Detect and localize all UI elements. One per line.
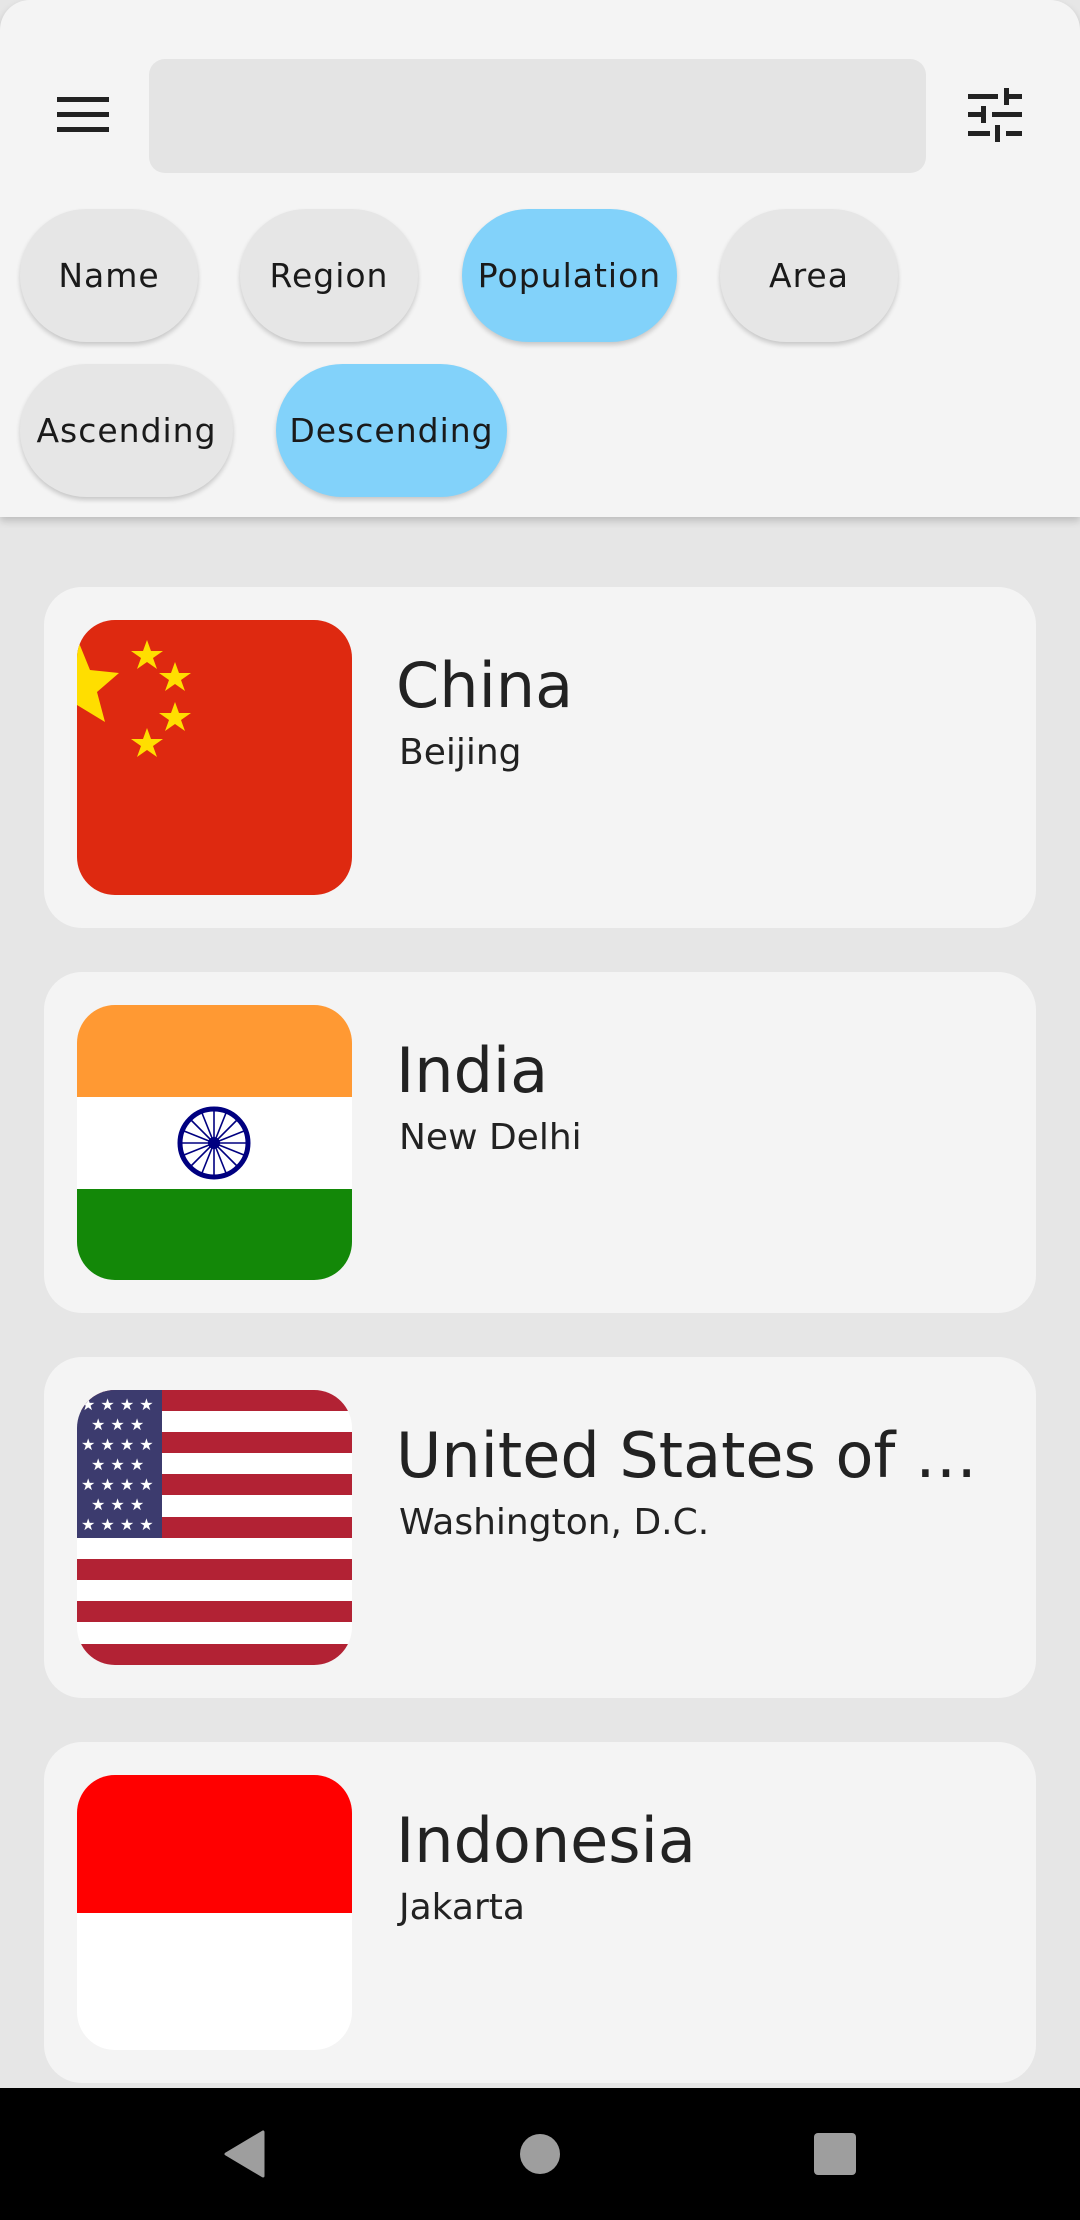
country-name: China (396, 649, 574, 722)
filter-header: Name Region Population Area Ascending De… (0, 0, 1080, 517)
svg-text:★ ★ ★ ★: ★ ★ ★ ★ (81, 1475, 154, 1494)
tune-icon (968, 88, 1022, 142)
svg-text:★ ★ ★ ★: ★ ★ ★ ★ (81, 1435, 154, 1454)
svg-text:★ ★ ★: ★ ★ ★ (91, 1415, 144, 1434)
svg-text:★ ★ ★: ★ ★ ★ (91, 1455, 144, 1474)
recents-button[interactable] (765, 2088, 905, 2220)
svg-text:★ ★ ★: ★ ★ ★ (91, 1495, 144, 1514)
chip-sort-name[interactable]: Name (20, 209, 198, 342)
country-capital: Washington, D.C. (399, 1502, 710, 1543)
navigation-bar (0, 2088, 1080, 2220)
india-flag (77, 1005, 352, 1280)
back-button[interactable] (175, 2088, 315, 2220)
country-capital: New Delhi (399, 1117, 582, 1158)
menu-button[interactable] (40, 76, 126, 154)
chip-sort-population[interactable]: Population (462, 209, 677, 342)
country-name: Indonesia (396, 1804, 696, 1877)
country-card-india[interactable]: India New Delhi (44, 972, 1036, 1313)
country-card-china[interactable]: China Beijing (44, 587, 1036, 928)
country-card-indonesia[interactable]: Indonesia Jakarta (44, 1742, 1036, 2083)
back-triangle-icon (224, 2130, 265, 2178)
country-name: India (396, 1034, 549, 1107)
menu-icon (57, 97, 109, 132)
country-card-usa[interactable]: ★ ★ ★ ★ ★ ★ ★ ★ ★ ★ ★ ★ ★ ★ ★ ★ ★ ★ ★ ★ … (44, 1357, 1036, 1698)
country-name: United States of America (396, 1419, 996, 1492)
indonesia-flag (77, 1775, 352, 2050)
search-input[interactable] (149, 59, 926, 173)
svg-text:★ ★ ★ ★: ★ ★ ★ ★ (81, 1395, 154, 1414)
country-capital: Jakarta (399, 1887, 525, 1928)
usa-flag: ★ ★ ★ ★ ★ ★ ★ ★ ★ ★ ★ ★ ★ ★ ★ ★ ★ ★ ★ ★ … (77, 1390, 352, 1665)
chip-sort-region[interactable]: Region (240, 209, 418, 342)
svg-text:★ ★ ★ ★: ★ ★ ★ ★ (81, 1515, 154, 1534)
home-button[interactable] (470, 2088, 610, 2220)
chip-order-descending[interactable]: Descending (276, 364, 507, 497)
china-flag (77, 620, 352, 895)
home-circle-icon (520, 2134, 560, 2174)
chip-order-ascending[interactable]: Ascending (20, 364, 233, 497)
country-capital: Beijing (399, 732, 522, 773)
chip-sort-area[interactable]: Area (720, 209, 898, 342)
recents-square-icon (814, 2133, 856, 2175)
filter-button[interactable] (955, 76, 1035, 154)
